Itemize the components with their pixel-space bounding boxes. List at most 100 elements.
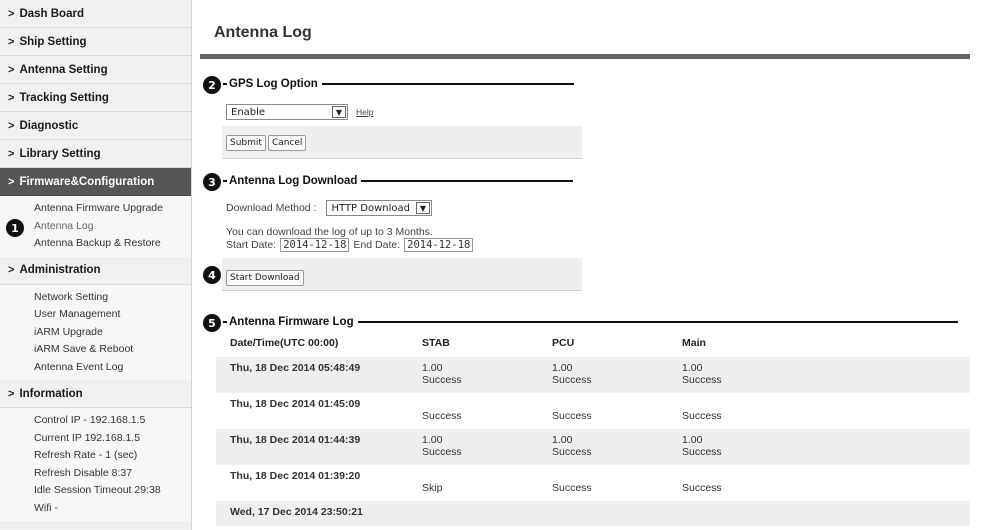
menu-tracking-setting[interactable]: > Tracking Setting <box>0 84 191 112</box>
menu-label: Dash Board <box>19 7 84 20</box>
firmware-log-table: Date/Time(UTC 00:00) STAB PCU Main Thu, … <box>216 337 970 526</box>
submit-button[interactable]: Submit <box>226 135 266 151</box>
row-datetime: Thu, 18 Dec 2014 01:39:20 <box>230 470 361 482</box>
sidebar-item-iarm-save-reboot[interactable]: iARM Save & Reboot <box>34 341 191 359</box>
callout-marker-5: 5 <box>203 314 221 332</box>
information-panel: Control IP - 192.168.1.5 Current IP 192.… <box>0 408 191 521</box>
menu-label: Information <box>19 387 83 400</box>
section-rule <box>223 321 227 323</box>
date-range-row: Start Date: 2014-12-18 End Date: 2014-12… <box>226 238 582 252</box>
menu-label: Library Setting <box>19 147 101 160</box>
menu-library-setting[interactable]: > Library Setting <box>0 140 191 168</box>
status: Success <box>422 446 462 458</box>
menu-label: Firmware&Configuration <box>19 175 155 188</box>
row-datetime: Wed, 17 Dec 2014 23:50:21 <box>230 506 363 518</box>
status: Success <box>682 374 722 386</box>
column-header-pcu: PCU <box>552 337 575 349</box>
end-date-input[interactable]: 2014-12-18 <box>404 238 474 252</box>
menu-administration[interactable]: > Administration <box>0 256 191 285</box>
info-wifi: Wifi - <box>34 501 58 514</box>
sidebar-item-antenna-firmware-upgrade[interactable]: Antenna Firmware Upgrade <box>34 200 191 218</box>
page-title: Antenna Log <box>214 24 312 41</box>
section-title: Antenna Firmware Log <box>229 316 354 328</box>
row-pcu: 1.00 Success <box>552 434 682 465</box>
sidebar-item-network-setting[interactable]: Network Setting <box>34 289 191 307</box>
version: 1.00 <box>552 362 573 374</box>
row-stab: Skip <box>422 470 552 501</box>
menu-information[interactable]: > Information <box>0 380 191 408</box>
download-note-block: You can download the log of up to 3 Mont… <box>222 216 582 252</box>
menu-antenna-setting[interactable]: > Antenna Setting <box>0 56 191 84</box>
section-title: Antenna Log Download <box>229 175 358 187</box>
chevron-right-icon: > <box>8 264 15 276</box>
info-idle-session-timeout: Idle Session Timeout 29:38 <box>34 484 161 496</box>
row-main: Success <box>682 398 812 429</box>
administration-submenu: Network Setting User Management iARM Upg… <box>0 284 191 380</box>
row-main: 1.00 Success <box>682 362 812 393</box>
sidebar-item-antenna-event-log[interactable]: Antenna Event Log <box>34 359 191 377</box>
gps-log-panel: Enable ▼ Help Submit Cancel <box>222 104 582 159</box>
row-main: 1.00 Success <box>682 434 812 465</box>
status: Success <box>552 410 592 422</box>
help-link[interactable]: Help <box>356 107 373 117</box>
cancel-button[interactable]: Cancel <box>267 135 307 151</box>
chevron-right-icon: > <box>8 387 15 400</box>
gps-select-row: Enable ▼ Help <box>222 104 582 126</box>
menu-label: Ship Setting <box>19 35 87 48</box>
menu-dash-board[interactable]: > Dash Board <box>0 0 191 28</box>
menu-ship-setting[interactable]: > Ship Setting <box>0 28 191 56</box>
antenna-log-download-header: Antenna Log Download <box>223 175 574 187</box>
row-main: Success <box>682 470 812 501</box>
start-date-input[interactable]: 2014-12-18 <box>280 238 350 252</box>
table-row: Thu, 18 Dec 2014 01:44:39 1.00 Success 1.… <box>216 429 970 465</box>
start-date-label: Start Date: <box>226 239 277 251</box>
section-title: GPS Log Option <box>229 78 318 90</box>
download-method-row: Download Method : HTTP Download ▼ <box>222 198 582 216</box>
gps-button-bar: Submit Cancel <box>222 126 582 158</box>
chevron-right-icon: > <box>8 35 15 48</box>
info-refresh-rate: Refresh Rate - 1 (sec) <box>34 449 138 461</box>
menu-label: Tracking Setting <box>19 91 109 104</box>
sidebar-item-antenna-backup-restore[interactable]: Antenna Backup & Restore <box>34 235 191 253</box>
column-header-stab: STAB <box>422 337 450 349</box>
sidebar-item-user-management[interactable]: User Management <box>34 306 191 324</box>
callout-marker-4: 4 <box>203 266 221 284</box>
row-pcu: Success <box>552 470 682 501</box>
section-rule <box>223 83 227 85</box>
chevron-right-icon: > <box>8 63 15 76</box>
section-rule <box>361 180 574 182</box>
version: 1.00 <box>422 362 443 374</box>
menu-label: Antenna Setting <box>19 63 108 76</box>
version: 1.00 <box>682 434 703 446</box>
row-pcu: 1.00 Success <box>552 362 682 393</box>
start-download-button[interactable]: Start Download <box>226 270 304 286</box>
status: Success <box>552 374 592 386</box>
gps-log-select[interactable]: Enable ▼ <box>226 104 348 120</box>
download-method-select[interactable]: HTTP Download ▼ <box>326 200 432 216</box>
status: Success <box>682 446 722 458</box>
status: Success <box>682 410 722 422</box>
download-method-label: Download Method : <box>226 202 317 214</box>
callout-marker-3: 3 <box>203 173 221 191</box>
menu-diagnostic[interactable]: > Diagnostic <box>0 112 191 140</box>
row-pcu: Success <box>552 398 682 429</box>
version: 1.00 <box>552 434 573 446</box>
chevron-right-icon: > <box>8 147 15 160</box>
row-datetime: Thu, 18 Dec 2014 01:44:39 <box>230 434 361 446</box>
column-header-main: Main <box>682 337 706 349</box>
chevron-right-icon: > <box>8 119 15 132</box>
status: Success <box>552 446 592 458</box>
menu-firmware-configuration[interactable]: > Firmware&Configuration <box>0 168 191 196</box>
menu-label: Administration <box>19 264 101 276</box>
row-stab: 1.00 Success <box>422 434 552 465</box>
title-divider <box>200 54 970 59</box>
end-date-label: End Date: <box>353 239 401 251</box>
section-rule <box>321 83 574 85</box>
row-pcu <box>552 506 682 526</box>
sidebar-item-iarm-upgrade[interactable]: iARM Upgrade <box>34 324 191 342</box>
table-row: Wed, 17 Dec 2014 23:50:21 <box>216 501 970 526</box>
sidebar-item-antenna-log[interactable]: Antenna Log <box>34 218 191 236</box>
menu-label: Diagnostic <box>19 119 79 132</box>
table-row: Thu, 18 Dec 2014 01:45:09 Success Succes… <box>216 393 970 429</box>
download-button-bar: Start Download <box>222 258 582 290</box>
